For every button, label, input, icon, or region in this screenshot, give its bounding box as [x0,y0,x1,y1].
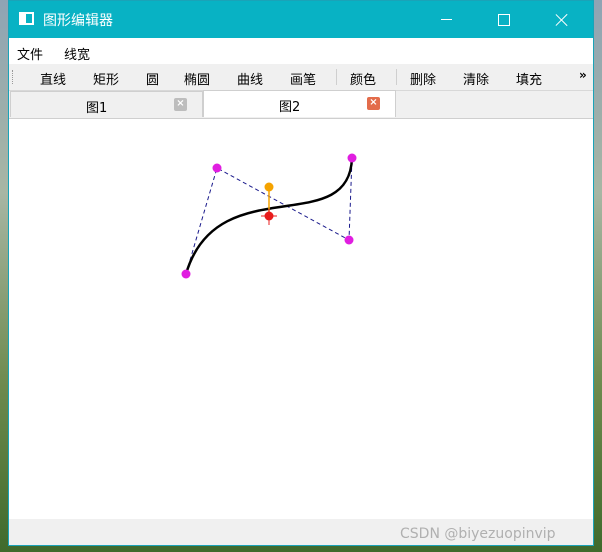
toolbar-separator [396,69,397,85]
toolbar: 直线 矩形 圆 椭圆 曲线 画笔 颜色 删除 清除 填充 » [9,64,593,91]
control-point[interactable] [212,163,222,173]
tab-close-icon[interactable]: × [174,98,187,111]
maximize-icon [498,13,510,26]
tab-label: 图1 [86,101,108,116]
control-point[interactable] [347,153,357,163]
menu-line-width[interactable]: 线宽 [64,44,90,63]
menu-bar: 文件 线宽 [9,38,593,64]
toolbar-grip[interactable] [12,70,15,84]
drawing-canvas[interactable] [9,119,593,519]
tab-figure-2[interactable]: 图2 × [203,90,396,117]
tool-rectangle[interactable]: 矩形 [93,69,119,88]
tool-delete[interactable]: 删除 [410,69,436,88]
toolbar-separator [336,69,337,85]
tab-label: 图2 [279,100,301,115]
app-window-icon [19,12,34,25]
tool-circle[interactable]: 圆 [146,69,159,88]
menu-file[interactable]: 文件 [17,44,43,63]
rotate-handle[interactable] [264,182,274,192]
tool-pen[interactable]: 画笔 [290,69,316,88]
tool-curve[interactable]: 曲线 [237,69,263,88]
main-window: 图形编辑器 文件 线宽 直线 矩形 圆 椭圆 曲线 画笔 颜色 删除 清除 填充… [8,0,594,546]
title-bar[interactable]: 图形编辑器 [9,1,593,38]
minimize-button[interactable] [417,1,475,38]
tab-figure-1[interactable]: 图1 × [10,91,203,117]
window-title: 图形编辑器 [43,13,113,29]
tool-ellipse[interactable]: 椭圆 [184,69,210,88]
tab-close-icon[interactable]: × [367,97,380,110]
watermark-text: CSDN @biyezuopinvip [400,526,556,542]
toolbar-overflow-icon[interactable]: » [579,68,587,82]
tool-color[interactable]: 颜色 [350,69,376,88]
minimize-icon [440,19,452,20]
tool-line[interactable]: 直线 [40,69,66,88]
tool-fill[interactable]: 填充 [516,69,542,88]
tool-clear[interactable]: 清除 [463,69,489,88]
canvas-drawing[interactable] [9,119,593,519]
control-point[interactable] [181,269,191,279]
tab-bar: 图1 × 图2 × [9,90,593,119]
close-icon [555,13,569,27]
control-point[interactable] [344,235,354,245]
maximize-button[interactable] [475,1,533,38]
center-handle[interactable] [264,211,274,221]
close-button[interactable] [533,1,591,38]
